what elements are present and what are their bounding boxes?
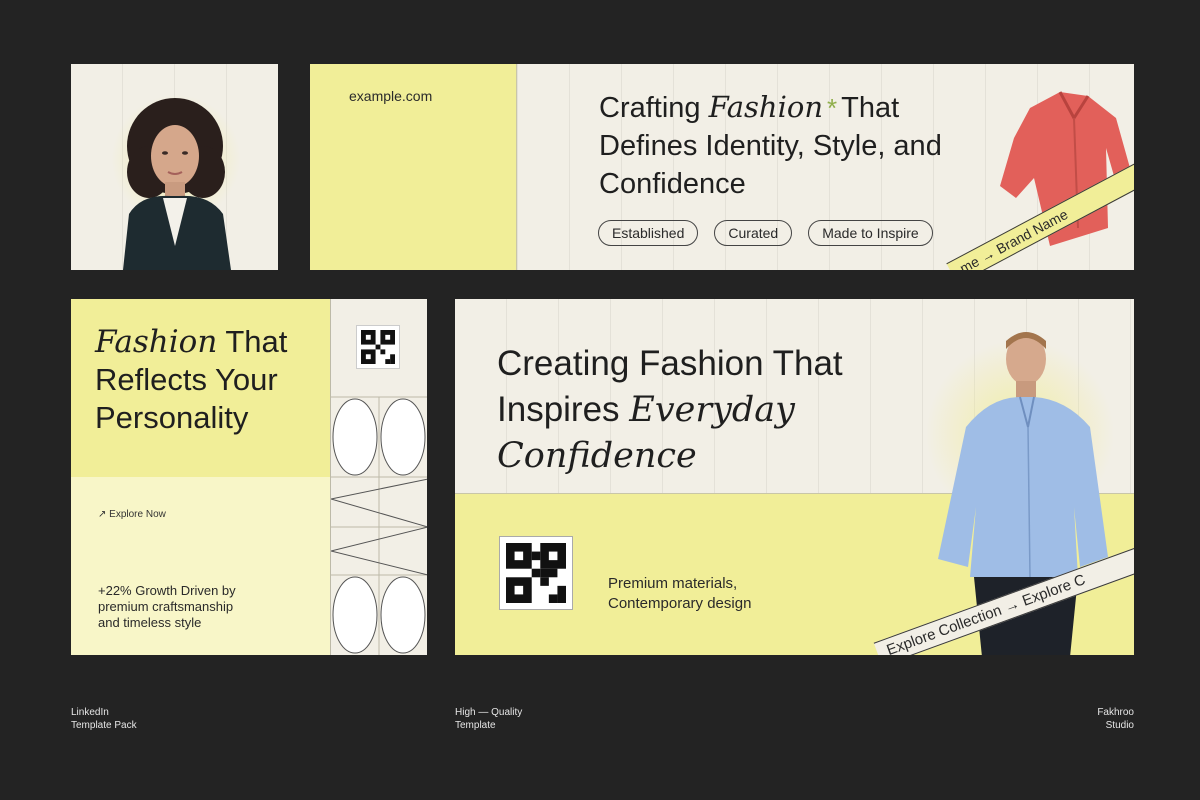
footer-left: LinkedIn Template Pack (71, 707, 137, 731)
wide-headline: Creating Fashion That Inspires Everyday … (497, 344, 843, 476)
banner-card: example.com Crafting Fashion * That Define… (310, 64, 1134, 270)
wide-post-card: Creating Fashion That Inspires Everyday … (455, 299, 1134, 655)
footer-right: Fakhroo Studio (1097, 707, 1134, 731)
pill-curated[interactable]: Curated (714, 220, 793, 246)
qr-code-icon[interactable] (499, 536, 573, 610)
pill-made-to-inspire[interactable]: Made to Inspire (808, 220, 933, 246)
materials-text: Premium materials, Contemporary design (608, 575, 752, 612)
explore-now-link[interactable]: ↗ Explore Now (98, 509, 166, 520)
banner-headline: Crafting Fashion * That Defines Identity, … (599, 90, 942, 200)
banner-url: example.com (349, 88, 433, 104)
profile-photo-card (71, 64, 278, 270)
square-post-card: Fashion That Reflects Your Personality ↗ (71, 299, 427, 655)
woman-portrait-icon (123, 98, 231, 270)
arrow-up-right-icon: ↗ (98, 509, 107, 520)
footer-center: High — Quality Template (455, 707, 523, 731)
square-heading: Fashion That Reflects Your Personality (95, 324, 288, 435)
qr-code-icon[interactable] (356, 325, 400, 369)
pill-established[interactable]: Established (598, 220, 699, 246)
banner-pills: Established Curated Made to Inspire (598, 220, 933, 246)
asterisk-icon: * (827, 93, 838, 123)
growth-text: +22% Growth Driven by premium craftsmans… (98, 583, 236, 630)
